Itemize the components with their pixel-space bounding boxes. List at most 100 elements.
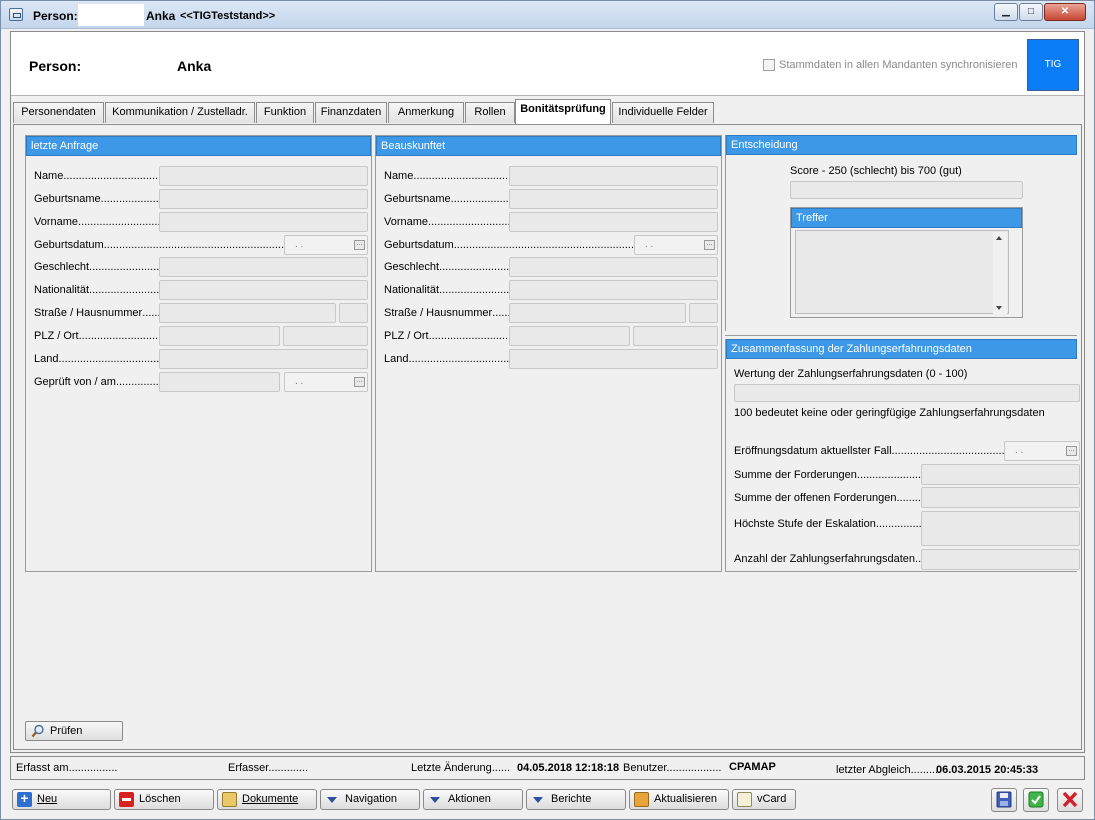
hoechste-stufe-input[interactable]: [921, 511, 1080, 546]
beauskunftet-field-6-number[interactable]: [689, 303, 718, 323]
calendar-picker-icon[interactable]: ...: [704, 240, 715, 250]
neu-button[interactable]: + Neu: [12, 789, 111, 810]
dokumente-button[interactable]: Dokumente: [217, 789, 317, 810]
letzte_anfrage-field-4-input[interactable]: [159, 257, 368, 277]
beauskunftet-field-3-label: Geburtsdatum............................…: [384, 239, 634, 251]
beauskunftet-field-5-label-text: Nationalität: [384, 284, 440, 296]
maximize-button[interactable]: □: [1019, 3, 1043, 21]
treffer-scrollbar[interactable]: [993, 232, 1007, 314]
letzte_anfrage-field-5-input[interactable]: [159, 280, 368, 300]
letzte_anfrage-field-6-number[interactable]: [339, 303, 368, 323]
treffer-title: Treffer: [791, 208, 1022, 228]
leader-dots: ........................................…: [428, 216, 510, 228]
letzte_anfrage-field-7-label-text: PLZ / Ort: [34, 330, 79, 342]
checkbox-icon[interactable]: [763, 59, 775, 72]
letzte_anfrage-field-9-date[interactable]: . ....: [284, 372, 368, 392]
tab-kommunikation[interactable]: Kommunikation / Zustelladr.: [105, 102, 255, 123]
loeschen-button[interactable]: Löschen: [114, 789, 214, 810]
leader-dots: ........................................…: [439, 261, 510, 273]
beauskunftet-field-7-ort[interactable]: [633, 326, 718, 346]
letzte_anfrage-field-7-plz[interactable]: [159, 326, 280, 346]
cancel-button[interactable]: [1057, 788, 1083, 812]
letzte_anfrage-field-1-input[interactable]: [159, 189, 368, 209]
tab-bonitaetspruefung[interactable]: Bonitätsprüfung: [515, 99, 611, 124]
refresh-icon: [634, 792, 649, 807]
benutzer-value: CPAMAP: [729, 761, 776, 773]
letzte_anfrage-field-8-label-text: Land: [34, 353, 59, 365]
beauskunftet-field-2-label: Vorname.................................…: [384, 216, 510, 228]
tab-finanzdaten[interactable]: Finanzdaten: [315, 102, 387, 123]
letzte_anfrage-field-0-input[interactable]: [159, 166, 368, 186]
beauskunftet-field-4-input[interactable]: [509, 257, 718, 277]
beauskunftet-field-2-label-text: Vorname: [384, 216, 429, 228]
zs-field-0-label-text: Eröffnungsdatum aktuellster Fall: [734, 445, 892, 457]
aktualisieren-button[interactable]: Aktualisieren: [629, 789, 729, 810]
sync-checkbox[interactable]: Stammdaten in allen Mandanten synchronis…: [763, 59, 1017, 72]
letzte_anfrage-field-9-label: Geprüft von / am........................…: [34, 376, 160, 388]
beauskunftet-field-3-date-value: . .: [645, 239, 654, 250]
letzter-abgleich-label: letzter Abgleich: [836, 764, 911, 776]
beauskunftet-field-1-input[interactable]: [509, 189, 718, 209]
calendar-picker-icon[interactable]: ...: [354, 240, 365, 250]
beauskunftet-field-2-input[interactable]: [509, 212, 718, 232]
aktionen-button[interactable]: Aktionen: [423, 789, 523, 810]
letzte_anfrage-field-9-date-value: . .: [295, 376, 304, 387]
save-button[interactable]: [991, 788, 1017, 812]
navigation-button[interactable]: Navigation: [320, 789, 420, 810]
pruefen-button[interactable]: Prüfen: [25, 721, 123, 741]
letzter-abgleich: letzter Abgleich.........: [836, 764, 939, 776]
main-window: Person: Anka <<TIGTeststand>> ▁ □ ✕ Pers…: [0, 0, 1095, 820]
erfasst-am: Erfasst am................: [16, 762, 118, 774]
berichte-button[interactable]: Berichte: [526, 789, 626, 810]
client-area: Person: Anka Stammdaten in allen Mandant…: [10, 31, 1085, 753]
tab-funktion[interactable]: Funktion: [256, 102, 314, 123]
confirm-button[interactable]: [1023, 788, 1049, 812]
person-label: Person:: [29, 58, 82, 74]
minimize-button[interactable]: ▁: [994, 3, 1018, 21]
leader-dots: ........................................…: [142, 307, 160, 319]
beauskunftet-field-0-input[interactable]: [509, 166, 718, 186]
scroll-up-icon[interactable]: [996, 236, 1002, 240]
beauskunftet-field-6-street[interactable]: [509, 303, 686, 323]
title-person-label: Person:: [33, 9, 78, 23]
beauskunftet-field-5-input[interactable]: [509, 280, 718, 300]
calendar-picker-icon[interactable]: ...: [1066, 446, 1077, 456]
letzte_anfrage-field-6-label-text: Straße / Hausnummer: [34, 307, 143, 319]
window-menu-icon[interactable]: [9, 8, 23, 21]
zs-field-0-label: Eröffnungsdatum aktuellster Fall........…: [734, 445, 1004, 457]
eroeffnungsdatum-date[interactable]: . ....: [1004, 441, 1080, 461]
letzte_anfrage-field-1-label-text: Geburtsname: [34, 193, 101, 205]
navigation-label: Navigation: [345, 793, 397, 805]
tab-individuelle-felder[interactable]: Individuelle Felder: [612, 102, 714, 123]
section-title: Beauskunftet: [376, 136, 721, 156]
tab-rollen[interactable]: Rollen: [465, 102, 515, 123]
letzte_anfrage-field-4-label: Geschlecht..............................…: [34, 261, 160, 273]
benutzer-label: Benutzer: [623, 762, 667, 774]
summe-forderungen-input[interactable]: [921, 464, 1080, 485]
tig-button[interactable]: TIG: [1027, 39, 1079, 91]
close-window-button[interactable]: ✕: [1044, 3, 1086, 21]
vcard-button[interactable]: vCard: [732, 789, 796, 810]
scroll-down-icon[interactable]: [996, 306, 1002, 310]
calendar-picker-icon[interactable]: ...: [354, 377, 365, 387]
tab-anmerkung[interactable]: Anmerkung: [388, 102, 464, 123]
letzte_anfrage-field-2-input[interactable]: [159, 212, 368, 232]
zs-field-2-label-text: Summe der offenen Forderungen: [734, 492, 897, 504]
summe-offene-forderungen-input[interactable]: [921, 487, 1080, 508]
section-title: letzte Anfrage: [26, 136, 371, 156]
treffer-list[interactable]: [795, 230, 1009, 314]
tab-personendaten[interactable]: Personendaten: [13, 102, 104, 123]
plus-icon: +: [17, 791, 32, 807]
anzahl-zahlungserfahrungsdaten-input[interactable]: [921, 549, 1080, 570]
vcard-icon: [737, 792, 752, 807]
beauskunftet-field-3-date[interactable]: . ....: [634, 235, 718, 255]
beauskunftet-field-8-input[interactable]: [509, 349, 718, 369]
letzte_anfrage-field-9-name[interactable]: [159, 372, 280, 392]
letzte_anfrage-field-3-date[interactable]: . ....: [284, 235, 368, 255]
beauskunftet-field-7-plz[interactable]: [509, 326, 630, 346]
wertung-note: 100 bedeutet keine oder geringfügige Zah…: [734, 407, 1045, 419]
section-letzte-anfrage: letzte Anfrage Name.....................…: [25, 135, 372, 572]
letzte_anfrage-field-6-street[interactable]: [159, 303, 336, 323]
letzte_anfrage-field-8-input[interactable]: [159, 349, 368, 369]
letzte_anfrage-field-7-ort[interactable]: [283, 326, 368, 346]
